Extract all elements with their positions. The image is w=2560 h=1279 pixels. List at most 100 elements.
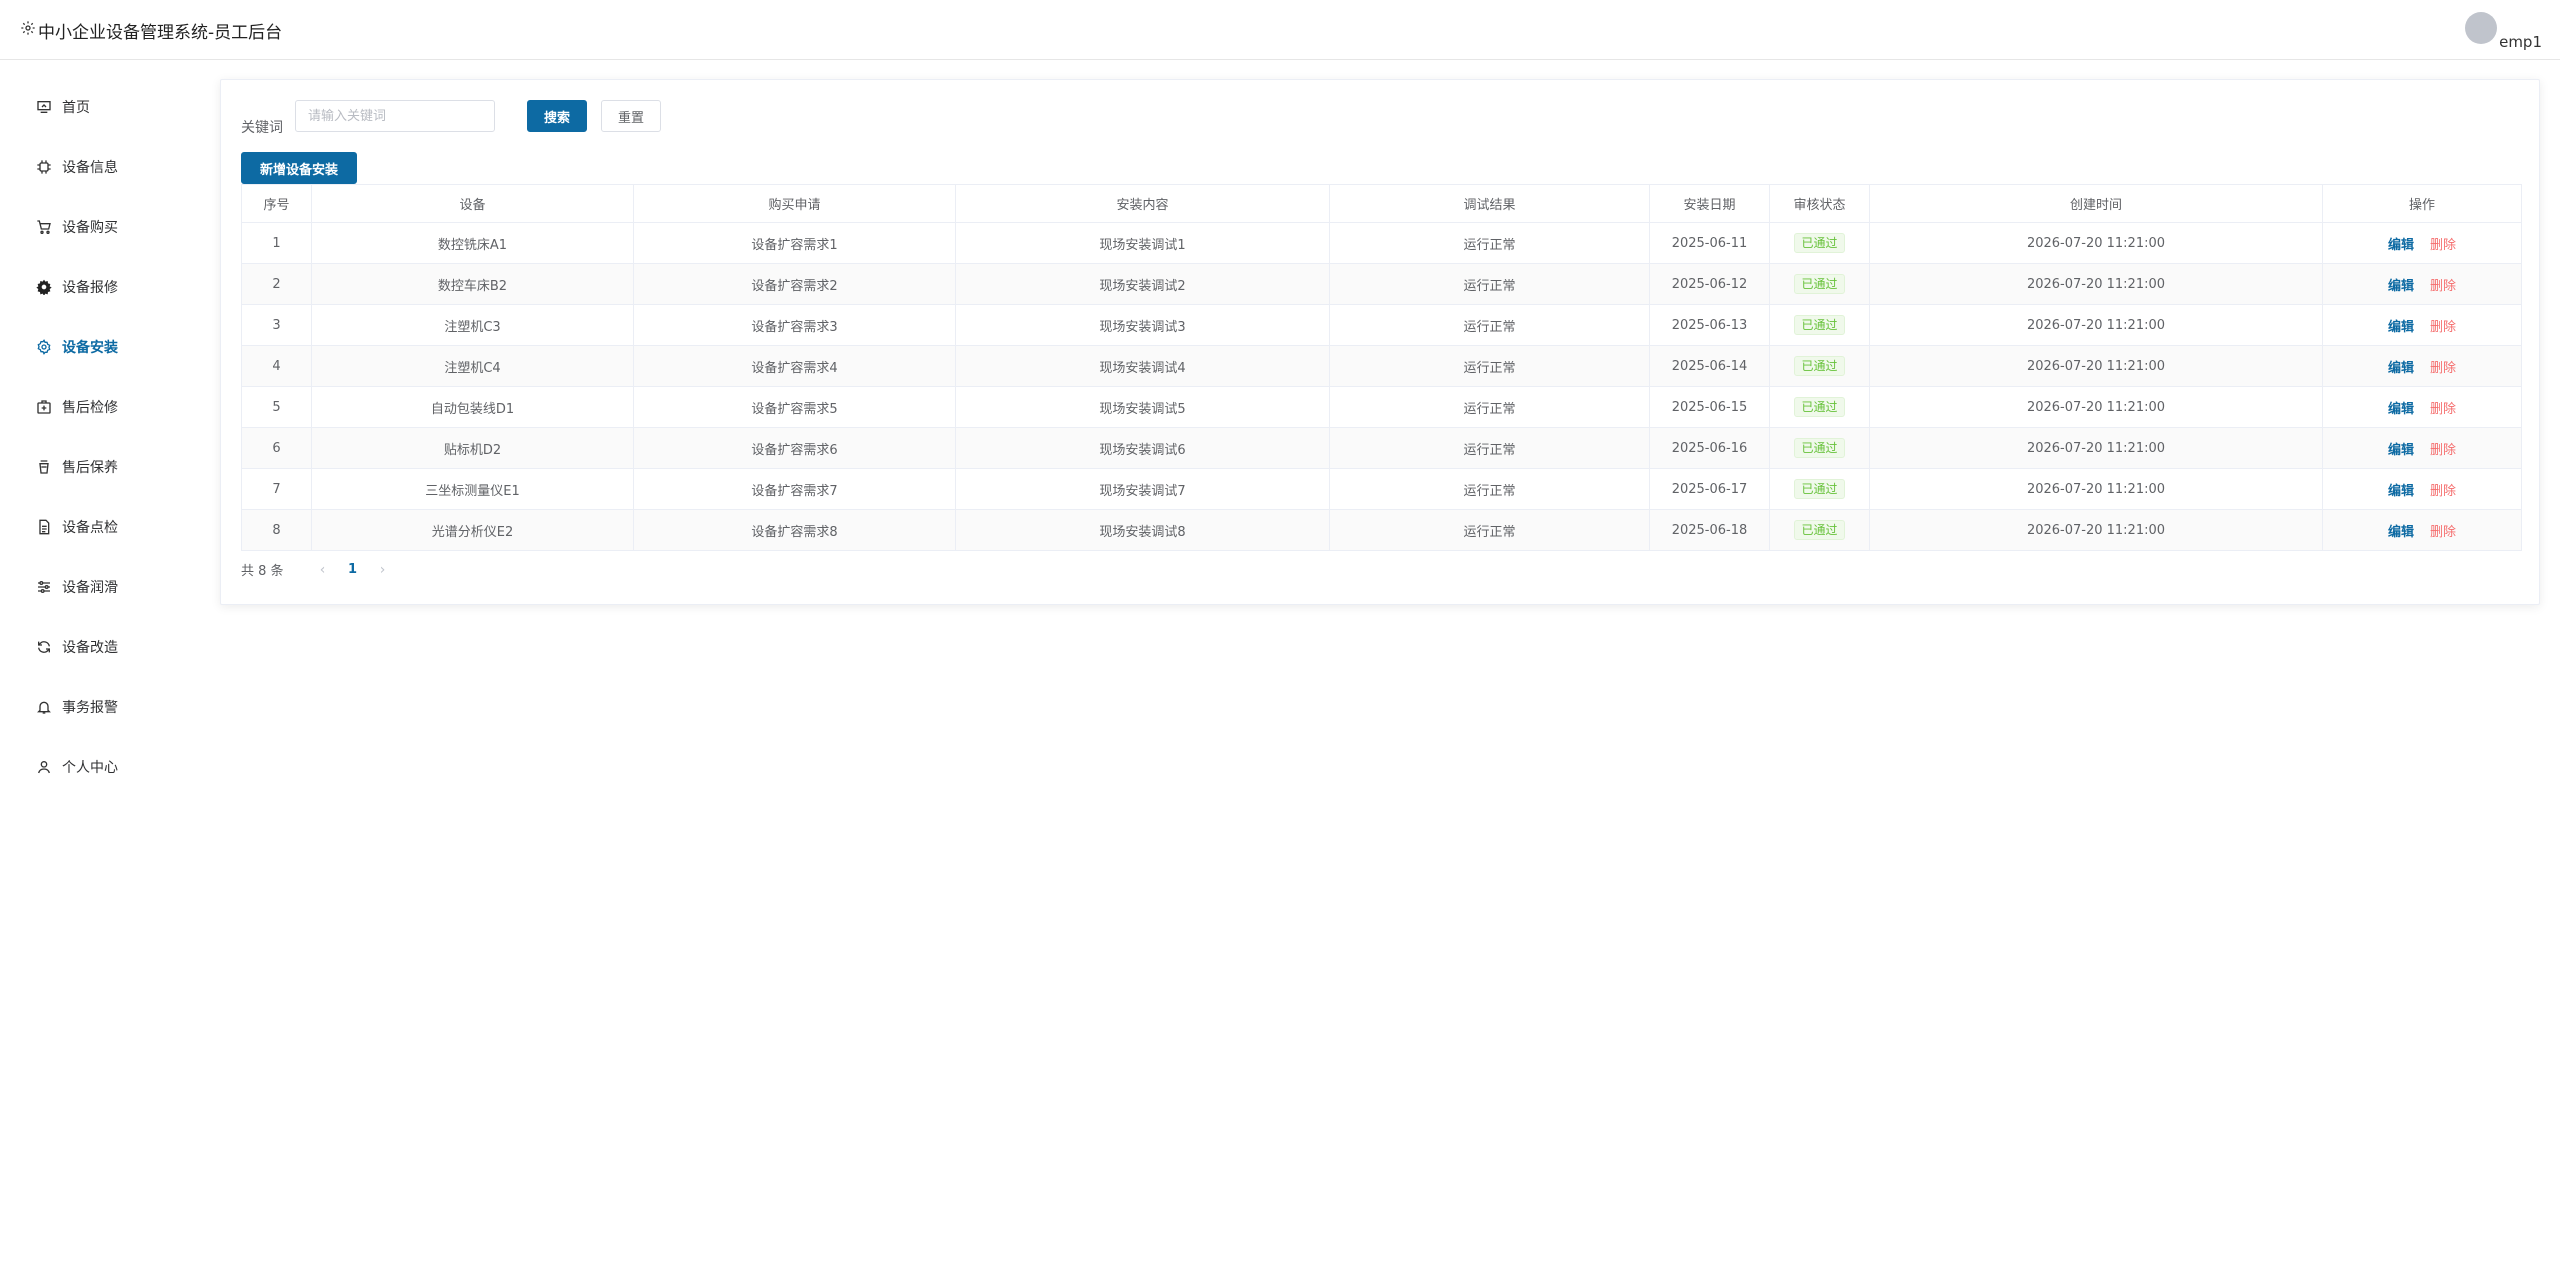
table-cell: 运行正常 <box>1329 509 1650 551</box>
table-cell: 2026-07-20 11:21:00 <box>1869 222 2323 264</box>
user-menu[interactable]: emp1 <box>2465 12 2542 50</box>
table-cell: 4 <box>241 345 312 387</box>
sidebar: 首页设备信息设备购买设备报修设备安装售后检修售后保养设备点检设备润滑设备改造事务… <box>0 61 200 1279</box>
sidebar-item-6[interactable]: 售后检修 <box>0 387 200 427</box>
delete-button[interactable]: 删除 <box>2430 443 2456 458</box>
brand: 中小企业设备管理系统-员工后台 <box>20 18 283 43</box>
table-row: 4 注塑机C4 设备扩容需求4 现场安装调试4 运行正常 2025-06-14 已通过 202… <box>241 345 2522 387</box>
status-badge: 已通过 <box>1794 315 1845 335</box>
table-cell: 数控铣床A1 <box>311 222 634 264</box>
table-cell: 现场安装调试3 <box>955 304 1330 346</box>
sidebar-item-label: 设备信息 <box>62 160 118 176</box>
sidebar-item-12[interactable]: 个人中心 <box>0 747 200 787</box>
sidebar-item-label: 设备改造 <box>62 640 118 656</box>
table-cell: 2026-07-20 11:21:00 <box>1869 345 2323 387</box>
status-cell: 已通过 <box>1769 345 1870 387</box>
table-row: 6 贴标机D2 设备扩容需求6 现场安装调试6 运行正常 2025-06-16 已通过 202… <box>241 427 2522 469</box>
edit-button[interactable]: 编辑 <box>2388 484 2414 499</box>
edit-button[interactable]: 编辑 <box>2388 361 2414 376</box>
sidebar-item-3[interactable]: 设备购买 <box>0 207 200 247</box>
sidebar-item-4[interactable]: 设备报修 <box>0 267 200 307</box>
table-cell: 2026-07-20 11:21:00 <box>1869 263 2323 305</box>
table-cell: 运行正常 <box>1329 263 1650 305</box>
total-count: 共 8 条 <box>241 564 284 579</box>
edit-button[interactable]: 编辑 <box>2388 443 2414 458</box>
sidebar-item-9[interactable]: 设备润滑 <box>0 567 200 607</box>
delete-button[interactable]: 删除 <box>2430 402 2456 417</box>
sidebar-item-label: 售后保养 <box>62 460 118 476</box>
edit-button[interactable]: 编辑 <box>2388 320 2414 335</box>
bell-icon <box>36 699 52 715</box>
sidebar-item-label: 事务报警 <box>62 700 118 716</box>
table-cell: 8 <box>241 509 312 551</box>
sidebar-item-11[interactable]: 事务报警 <box>0 687 200 727</box>
sidebar-item-7[interactable]: 售后保养 <box>0 447 200 487</box>
main-card: 关键词 搜索 重置 新增设备安装 序号设备购买申请安装内容调试结果安装日期审核状… <box>220 79 2540 605</box>
column-header: 安装日期 <box>1649 184 1770 223</box>
prev-page-button[interactable]: ‹ <box>308 562 338 578</box>
sidebar-item-label: 售后检修 <box>62 400 118 416</box>
table-cell: 三坐标测量仪E1 <box>311 468 634 510</box>
keyword-label: 关键词 <box>241 120 283 136</box>
avatar[interactable] <box>2465 12 2498 44</box>
page-1-button[interactable]: 1 <box>338 562 368 577</box>
sidebar-item-label: 设备安装 <box>62 340 118 356</box>
table-cell: 2025-06-11 <box>1649 222 1770 264</box>
table-cell: 2 <box>241 263 312 305</box>
status-badge: 已通过 <box>1794 479 1845 499</box>
actions-cell: 编辑 删除 <box>2322 304 2522 346</box>
actions-cell: 编辑 删除 <box>2322 427 2522 469</box>
keyword-input[interactable] <box>295 100 495 132</box>
first-aid-icon <box>36 399 52 415</box>
app-title: 中小企业设备管理系统-员工后台 <box>38 22 283 43</box>
gear-solid-icon <box>36 279 52 295</box>
actions-cell: 编辑 删除 <box>2322 386 2522 428</box>
status-badge: 已通过 <box>1794 356 1845 376</box>
sidebar-item-5[interactable]: 设备安装 <box>0 327 200 367</box>
edit-button[interactable]: 编辑 <box>2388 525 2414 540</box>
delete-button[interactable]: 删除 <box>2430 525 2456 540</box>
table-cell: 设备扩容需求2 <box>633 263 956 305</box>
table-cell: 2026-07-20 11:21:00 <box>1869 427 2323 469</box>
table-cell: 2025-06-18 <box>1649 509 1770 551</box>
delete-button[interactable]: 删除 <box>2430 484 2456 499</box>
search-button[interactable]: 搜索 <box>527 100 587 132</box>
table-cell: 2025-06-12 <box>1649 263 1770 305</box>
sidebar-item-8[interactable]: 设备点检 <box>0 507 200 547</box>
status-cell: 已通过 <box>1769 386 1870 428</box>
table-row: 7 三坐标测量仪E1 设备扩容需求7 现场安装调试7 运行正常 2025-06-17 已通过… <box>241 468 2522 510</box>
edit-button[interactable]: 编辑 <box>2388 402 2414 417</box>
table-cell: 2025-06-14 <box>1649 345 1770 387</box>
table-cell: 现场安装调试5 <box>955 386 1330 428</box>
sidebar-item-label: 首页 <box>62 100 90 116</box>
sidebar-item-10[interactable]: 设备改造 <box>0 627 200 667</box>
edit-button[interactable]: 编辑 <box>2388 279 2414 294</box>
delete-button[interactable]: 删除 <box>2430 279 2456 294</box>
table-cell: 2026-07-20 11:21:00 <box>1869 304 2323 346</box>
table-cell: 运行正常 <box>1329 304 1650 346</box>
refresh-icon <box>36 639 52 655</box>
table-cell: 注塑机C3 <box>311 304 634 346</box>
username[interactable]: emp1 <box>2499 34 2542 50</box>
sidebar-item-2[interactable]: 设备信息 <box>0 147 200 187</box>
table-cell: 2025-06-15 <box>1649 386 1770 428</box>
table-cell: 1 <box>241 222 312 264</box>
table-cell: 现场安装调试4 <box>955 345 1330 387</box>
edit-button[interactable]: 编辑 <box>2388 238 2414 253</box>
delete-button[interactable]: 删除 <box>2430 238 2456 253</box>
reset-button[interactable]: 重置 <box>601 100 661 132</box>
table-cell: 光谱分析仪E2 <box>311 509 634 551</box>
add-install-button[interactable]: 新增设备安装 <box>241 152 357 184</box>
delete-button[interactable]: 删除 <box>2430 361 2456 376</box>
table-cell: 2025-06-17 <box>1649 468 1770 510</box>
delete-button[interactable]: 删除 <box>2430 320 2456 335</box>
status-cell: 已通过 <box>1769 427 1870 469</box>
gear-icon <box>20 20 36 41</box>
table-cell: 设备扩容需求6 <box>633 427 956 469</box>
top-header: 中小企业设备管理系统-员工后台 emp1 <box>0 0 2560 60</box>
sidebar-item-label: 个人中心 <box>62 760 118 776</box>
sliders-icon <box>36 579 52 595</box>
sidebar-item-1[interactable]: 首页 <box>0 87 200 127</box>
table-cell: 设备扩容需求7 <box>633 468 956 510</box>
next-page-button[interactable]: › <box>368 562 398 578</box>
